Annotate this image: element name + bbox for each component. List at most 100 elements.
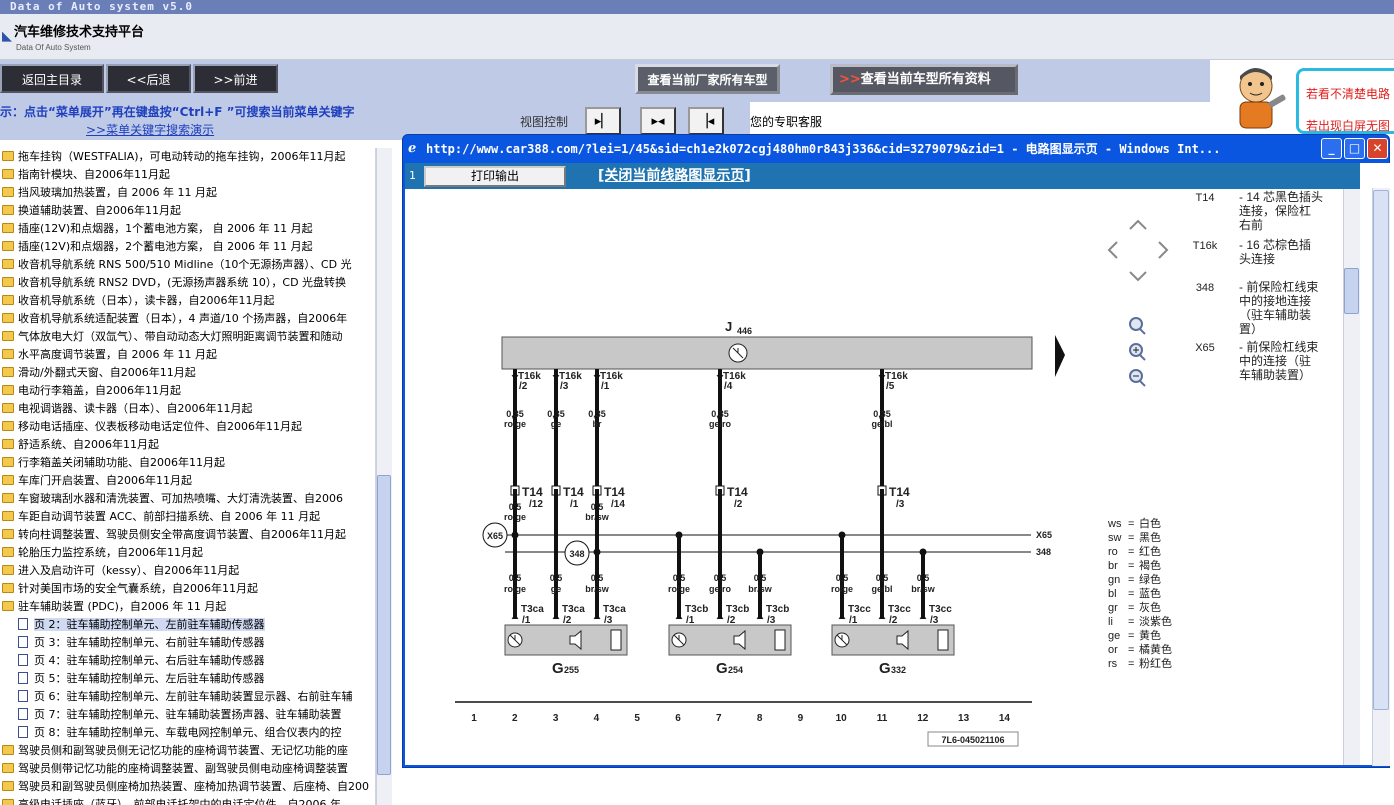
zoom-fit-icon[interactable] — [1129, 317, 1146, 335]
legend-desc: （驻车辅助装 — [1239, 307, 1311, 322]
tree-page-item[interactable]: 页 5：驻车辅助控制单元、左后驻车辅助传感器 — [0, 670, 375, 688]
tree-folder-item[interactable]: 行李箱盖关闭辅助功能、自2006年11月起 — [0, 454, 375, 472]
tree-folder-item[interactable]: 车距自动调节装置 ACC、前部扫描系统、自 2006 年 11 月起 — [0, 508, 375, 526]
zoom-in-icon[interactable] — [1129, 343, 1146, 361]
tree-item-label: 页 7：驻车辅助控制单元、驻车辅助装置扬声器、驻车辅助装置 — [34, 708, 342, 721]
tree-folder-item[interactable]: 收音机导航系统（日本），读卡器，自2006年11月起 — [0, 292, 375, 310]
tree-folder-item[interactable]: 收音机导航系统 RNS 500/510 Midline（10个无源扬声器）、CD… — [0, 256, 375, 274]
t14-pin: /1 — [570, 499, 579, 510]
zoom-out-icon[interactable] — [1129, 369, 1146, 387]
color-name: 白色 — [1139, 516, 1161, 530]
color-name: 红色 — [1139, 544, 1161, 558]
search-demo-link[interactable]: >>菜单关键字搜索演示 — [86, 122, 214, 138]
pan-right-icon[interactable] — [1158, 241, 1169, 259]
tree-folder-item[interactable]: 拖车挂钩（WESTFALIA)，可电动转动的拖车挂钩，2006年11月起 — [0, 148, 375, 166]
back-button[interactable]: <<后退 — [106, 64, 191, 93]
tree-page-item[interactable]: 页 6：驻车辅助控制单元、左前驻车辅助装置显示器、右前驻车辅 — [0, 688, 375, 706]
folder-icon — [2, 439, 14, 449]
forward-button[interactable]: >>前进 — [193, 64, 278, 93]
wire-color: ge/ro — [709, 584, 732, 594]
tree-folder-item[interactable]: 挡风玻璃加热装置，自 2006 年 11 月起 — [0, 184, 375, 202]
tree-folder-item[interactable]: 车窗玻璃刮水器和清洗装置、可加热喷嘴、大灯清洗装置、自2006 — [0, 490, 375, 508]
tree-folder-item[interactable]: 插座(12V)和点烟器，1个蓄电池方案， 自 2006 年 11 月起 — [0, 220, 375, 238]
folder-icon — [2, 331, 14, 341]
all-models-button[interactable]: 查看当前厂家所有车型 — [635, 64, 780, 94]
folder-icon — [2, 421, 14, 431]
tree-folder-item[interactable]: 气体放电大灯（双氙气）、带自动动态大灯照明距离调节装置和随动 — [0, 328, 375, 346]
banner-line-1[interactable]: 若看不清楚电路 — [1306, 86, 1390, 102]
pan-up-icon[interactable] — [1129, 219, 1147, 230]
close-diagram-link[interactable]: [关闭当前线路图显示页] — [598, 167, 751, 185]
sensor-pin: /2 — [563, 615, 572, 626]
folder-icon — [2, 367, 14, 377]
tree-folder-item[interactable]: 高级电话插座（蓝牙）、前部电话托架中的电话定位件，自2006 年 — [0, 796, 375, 805]
tree-folder-item[interactable]: 驾驶员和副驾驶员侧座椅加热装置、座椅加热调节装置、后座椅、自200 — [0, 778, 375, 796]
color-name: 灰色 — [1139, 600, 1161, 614]
tree-folder-item[interactable]: 换道辅助装置、自2006年11月起 — [0, 202, 375, 220]
tree-item-label: 车距自动调节装置 ACC、前部扫描系统、自 2006 年 11 月起 — [18, 510, 321, 523]
tree-folder-item[interactable]: 进入及启动许可（kessy）、自2006年11月起 — [0, 562, 375, 580]
sensor-pin: /3 — [930, 615, 939, 626]
tree-folder-item[interactable]: 车库门开启装置、自2006年11月起 — [0, 472, 375, 490]
tree-folder-item[interactable]: 滑动/外翻式天窗、自2006年11月起 — [0, 364, 375, 382]
tree-page-item[interactable]: 页 2：驻车辅助控制单元、左前驻车辅助传感器 — [0, 616, 375, 634]
tree-folder-item[interactable]: 驾驶员侧和副驾驶员侧无记忆功能的座椅调节装置、无记忆功能的座 — [0, 742, 375, 760]
tree-page-item[interactable]: 页 4：驻车辅助控制单元、右后驻车辅助传感器 — [0, 652, 375, 670]
wire-size: 0,35 — [547, 409, 565, 419]
tree-folder-item[interactable]: 轮胎压力监控系统，自2006年11月起 — [0, 544, 375, 562]
tree-folder-item[interactable]: 收音机导航系统 RNS2 DVD，(无源扬声器系统 10），CD 光盘转换 — [0, 274, 375, 292]
main-menu-button[interactable]: 返回主目录 — [0, 64, 104, 93]
folder-icon — [2, 277, 14, 287]
tree-folder-item[interactable]: 驻车辅助装置 (PDC)，自2006 年 11 月起 — [0, 598, 375, 616]
print-button[interactable]: 打印输出 — [424, 166, 566, 187]
tree-page-item[interactable]: 页 8：驻车辅助控制单元、车载电网控制单元、组合仪表内的控 — [0, 724, 375, 742]
close-window-button[interactable]: ✕ — [1367, 138, 1388, 159]
popup-title: http://www.car388.com/?lei=1/45&sid=ch1e… — [426, 142, 1221, 156]
banner-line-2[interactable]: 若出现白屏无图 — [1306, 118, 1390, 134]
column-number: 7 — [716, 713, 722, 724]
doc-code: 7L6-045021106 — [941, 735, 1004, 745]
wire-color: br — [593, 419, 602, 429]
tree-folder-item[interactable]: 转向柱调整装置、驾驶员侧安全带高度调节装置、自2006年11月起 — [0, 526, 375, 544]
tree-item-label: 页 2：驻车辅助控制单元、左前驻车辅助传感器 — [34, 618, 265, 631]
minimize-button[interactable]: _ — [1321, 138, 1342, 159]
tree-item-label: 页 4：驻车辅助控制单元、右后驻车辅助传感器 — [34, 654, 265, 667]
folder-icon — [2, 529, 14, 539]
tree-folder-item[interactable]: 指南针模块、自2006年11月起 — [0, 166, 375, 184]
view-expand-left-button[interactable]: ▕◂ — [688, 107, 724, 135]
pan-left-icon[interactable] — [1107, 241, 1118, 259]
tree-page-item[interactable]: 页 7：驻车辅助控制单元、驻车辅助装置扬声器、驻车辅助装置 — [0, 706, 375, 724]
tree-scrollbar-thumb[interactable] — [377, 475, 391, 775]
color-name: 淡紫色 — [1139, 614, 1172, 628]
popup-outer-scrollbar-thumb[interactable] — [1373, 190, 1389, 710]
legend-desc: 置） — [1239, 322, 1263, 336]
legend-code: X65 — [1195, 342, 1215, 354]
wire-color: br/sw — [585, 584, 610, 594]
view-expand-right-button[interactable]: ▸▏ — [585, 107, 621, 135]
pan-down-icon[interactable] — [1129, 271, 1147, 282]
maximize-button[interactable]: □ — [1344, 138, 1365, 159]
tree-item-label: 行李箱盖关闭辅助功能、自2006年11月起 — [18, 456, 225, 469]
color-equals: = — [1128, 602, 1134, 614]
tree-folder-item[interactable]: 电视调谐器、读卡器（日本）、自2006年11月起 — [0, 400, 375, 418]
tree-item-label: 挡风玻璃加热装置，自 2006 年 11 月起 — [18, 186, 217, 199]
tree-folder-item[interactable]: 驾驶员侧带记忆功能的座椅调整装置、副驾驶员侧电动座椅调整装置 — [0, 760, 375, 778]
diagram-scrollbar-thumb[interactable] — [1344, 268, 1359, 314]
tree-folder-item[interactable]: 收音机导航系统适配装置（日本），4 声道/10 个扬声器，自2006年 — [0, 310, 375, 328]
tree-page-item[interactable]: 页 3：驻车辅助控制单元、右前驻车辅助传感器 — [0, 634, 375, 652]
t14-label: T14 — [522, 485, 543, 499]
folder-icon — [2, 241, 14, 251]
tree-folder-item[interactable]: 水平高度调节装置，自 2006 年 11 月起 — [0, 346, 375, 364]
tree-folder-item[interactable]: 舒适系统、自2006年11月起 — [0, 436, 375, 454]
unit-label: J — [725, 319, 732, 334]
tree-folder-item[interactable]: 插座(12V)和点烟器，2个蓄电池方案， 自 2006 年 11 月起 — [0, 238, 375, 256]
tree-folder-item[interactable]: 电动行李箱盖，自2006年11月起 — [0, 382, 375, 400]
t14-pin: /2 — [734, 499, 743, 510]
all-data-button[interactable]: >>查看当前车型所有资料 — [830, 64, 1018, 95]
tree-folder-item[interactable]: 针对美国市场的安全气囊系统，自2006年11月起 — [0, 580, 375, 598]
view-center-button[interactable]: ▸◂ — [640, 107, 676, 135]
folder-icon — [2, 763, 14, 773]
tree-folder-item[interactable]: 移动电话插座、仪表板移动电话定位件、自2006年11月起 — [0, 418, 375, 436]
color-code: li — [1108, 616, 1113, 628]
color-name: 橘黄色 — [1139, 642, 1172, 656]
